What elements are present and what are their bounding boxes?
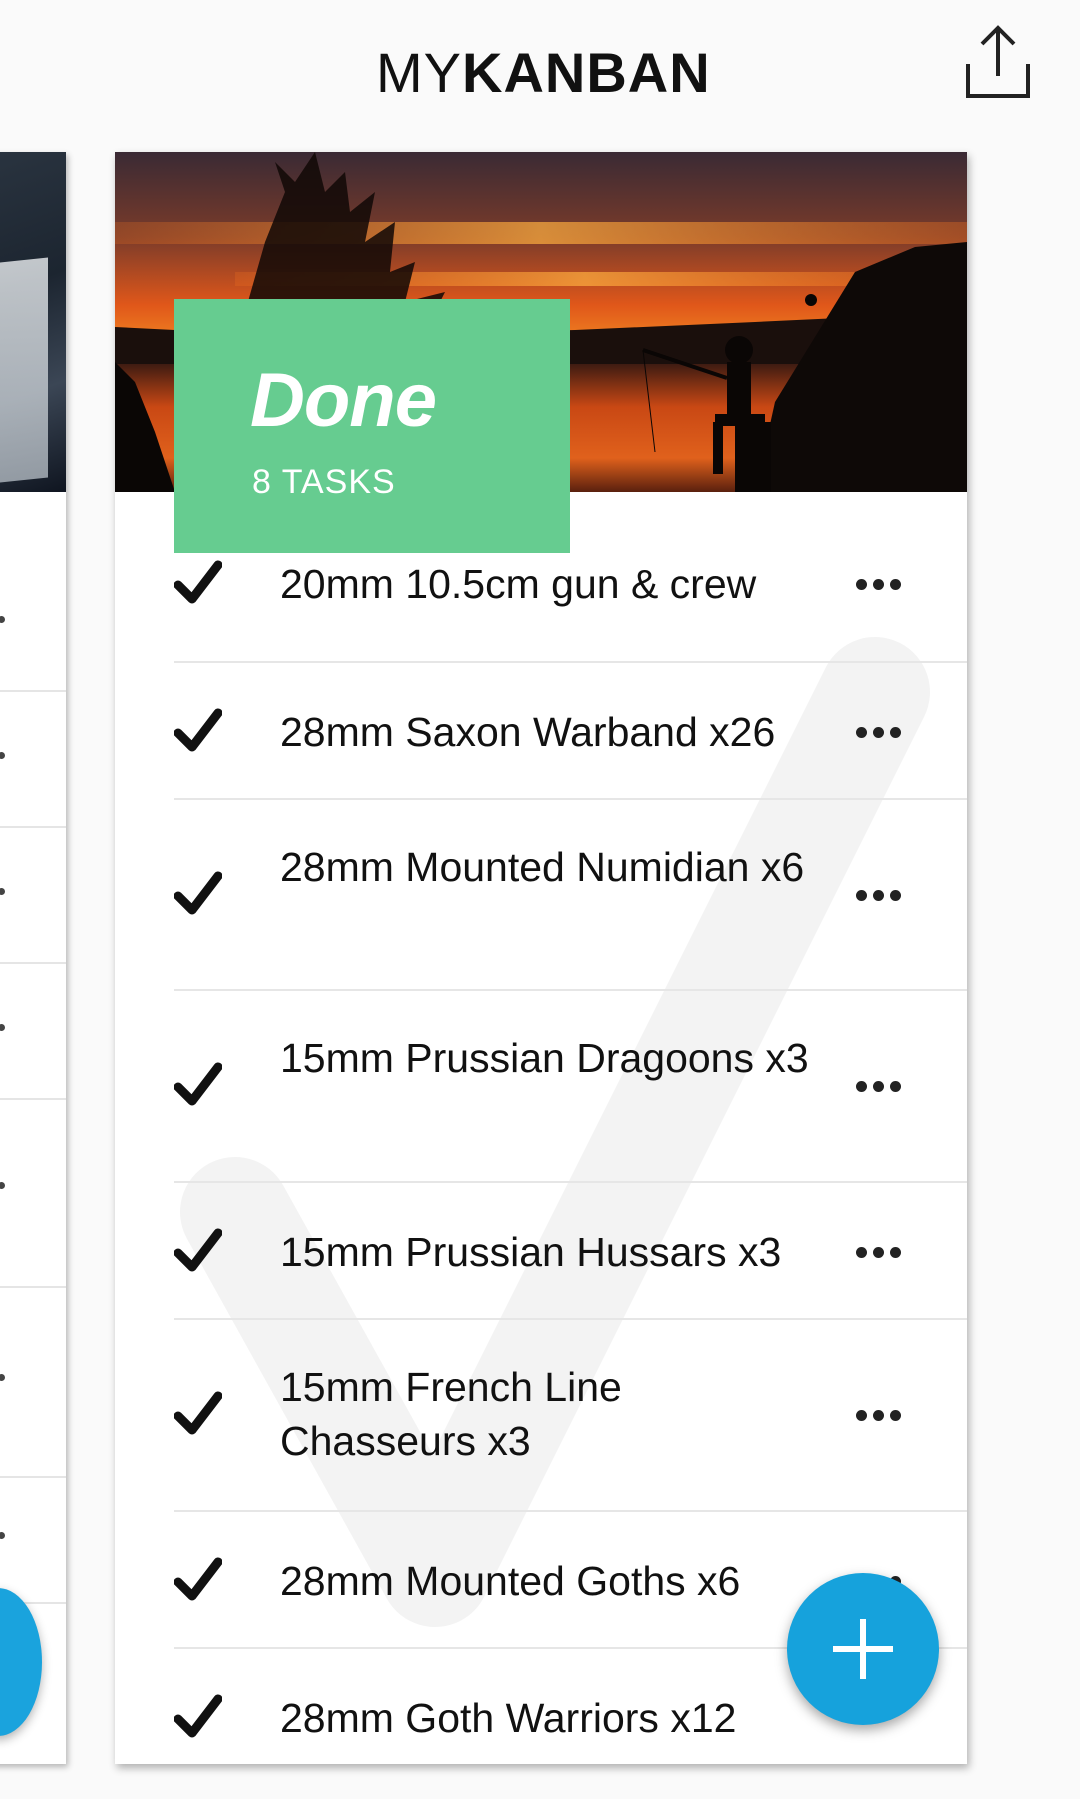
- check-icon[interactable]: [174, 559, 222, 607]
- check-icon[interactable]: [174, 1390, 222, 1438]
- task-label: 28mm Saxon Warband x26: [280, 709, 776, 755]
- column-header[interactable]: Done 8 TASKS: [174, 299, 570, 553]
- task-label: 28mm Mounted Goths x6: [280, 1558, 741, 1604]
- column-task-count: 8 TASKS: [252, 463, 396, 501]
- more-options-icon[interactable]: [856, 1410, 910, 1424]
- divider: [0, 826, 66, 828]
- app-logo: MYKANBAN: [376, 40, 711, 105]
- task-label: 15mm French Line Chasseurs x3: [280, 1364, 622, 1464]
- divider: [0, 1476, 66, 1478]
- more-options-icon[interactable]: [856, 579, 910, 593]
- more-options-icon[interactable]: [856, 1247, 910, 1261]
- check-icon[interactable]: [174, 707, 222, 755]
- divider: [0, 962, 66, 964]
- board-previous-cover-detail: [0, 257, 48, 483]
- check-icon[interactable]: [174, 1556, 222, 1604]
- task-more-dot[interactable]: [0, 1532, 5, 1539]
- board-previous[interactable]: [0, 152, 66, 1764]
- more-options-icon[interactable]: [856, 1081, 910, 1095]
- more-options-icon[interactable]: [856, 890, 910, 904]
- app-header: MYKANBAN: [0, 0, 1080, 150]
- task-more-dot[interactable]: [0, 1024, 5, 1031]
- share-button[interactable]: [962, 24, 1034, 100]
- check-icon[interactable]: [174, 870, 222, 918]
- check-icon[interactable]: [174, 1227, 222, 1275]
- task-more-dot[interactable]: [0, 616, 5, 623]
- check-icon[interactable]: [174, 1693, 222, 1741]
- task-more-dot[interactable]: [0, 888, 5, 895]
- task-row[interactable]: 15mm Prussian Hussars x3: [174, 1183, 967, 1320]
- divider: [0, 1098, 66, 1100]
- divider: [0, 690, 66, 692]
- task-row[interactable]: 20mm 10.5cm gun & crew: [174, 553, 967, 663]
- task-label: 15mm Prussian Hussars x3: [280, 1229, 782, 1275]
- task-label: 15mm Prussian Dragoons x3: [280, 1035, 809, 1081]
- task-row[interactable]: 15mm Prussian Dragoons x3: [174, 991, 967, 1183]
- check-icon[interactable]: [174, 1061, 222, 1109]
- column-title: Done: [250, 358, 437, 443]
- logo-bold-text: KANBAN: [462, 41, 711, 104]
- logo-light-text: MY: [376, 41, 462, 104]
- divider: [0, 1286, 66, 1288]
- task-label: 28mm Mounted Numidian x6: [280, 844, 805, 890]
- task-more-dot[interactable]: [0, 1374, 5, 1381]
- task-label: 28mm Goth Warriors x12: [280, 1695, 737, 1741]
- task-row[interactable]: 15mm French Line Chasseurs x3: [174, 1320, 967, 1512]
- task-row[interactable]: 28mm Saxon Warband x26: [174, 663, 967, 800]
- task-more-dot[interactable]: [0, 752, 5, 759]
- share-upload-icon: [966, 25, 1030, 98]
- task-row[interactable]: 28mm Mounted Numidian x6: [174, 800, 967, 991]
- add-task-button[interactable]: [787, 1573, 939, 1725]
- task-more-dot[interactable]: [0, 1182, 5, 1189]
- more-options-icon[interactable]: [856, 727, 910, 741]
- task-label: 20mm 10.5cm gun & crew: [280, 561, 757, 607]
